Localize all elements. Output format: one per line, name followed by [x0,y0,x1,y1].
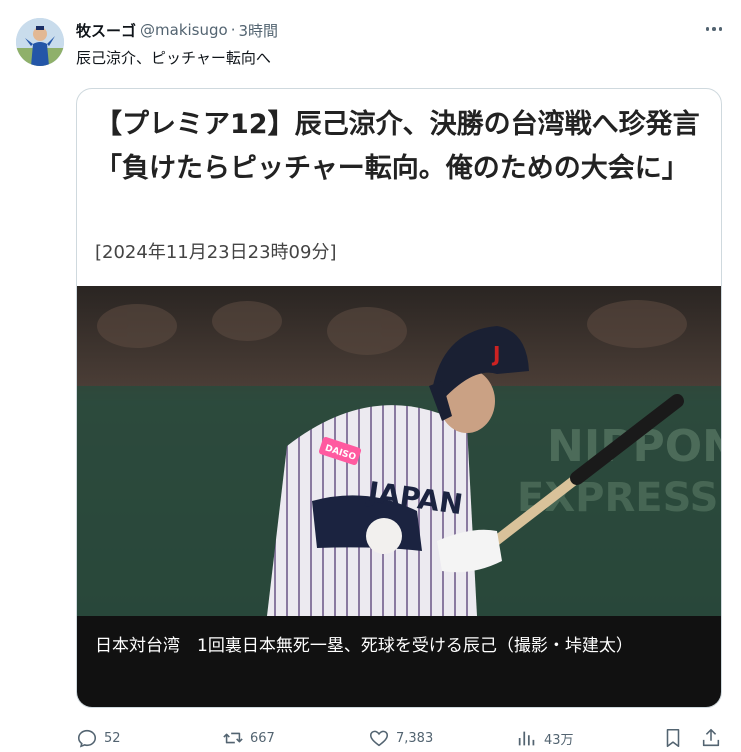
bookmark-icon [666,728,680,748]
views-button[interactable]: 43万 [516,724,574,752]
card-headline: 【プレミア12】辰己涼介、決勝の台湾戦へ珍発言「負けたらピッチャー転向。俺のため… [95,109,700,184]
reply-button[interactable]: 52 [76,724,121,752]
share-icon [702,728,720,747]
reply-icon [77,729,97,748]
caption-box: 日本対台湾 1回裏日本無死一塁、死球を受ける辰己（撮影・垰建太） [77,616,721,707]
heart-icon [369,730,389,747]
repost-count: 667 [250,730,275,746]
repost-icon [223,732,243,744]
view-count: 43万 [544,732,574,748]
article-photo: NIPPON EXPRESS J JAPAN DAISO [77,286,721,616]
card-date: [2024年11月23日23時09分] [95,242,337,263]
avatar[interactable] [16,18,64,66]
views-icon [518,731,535,746]
user-handle[interactable]: @makisugo [140,21,228,39]
like-button[interactable]: 7,383 [368,724,433,752]
separator-dot: · [230,21,236,39]
repost-button[interactable]: 667 [222,724,275,752]
tweet-header: 牧スーゴ @makisugo · 3時間 [76,18,725,42]
like-count: 7,383 [396,730,434,746]
reply-count: 52 [104,730,121,746]
display-name[interactable]: 牧スーゴ [76,20,136,41]
link-card[interactable]: 【プレミア12】辰己涼介、決勝の台湾戦へ珍発言「負けたらピッチャー転向。俺のため… [76,88,722,708]
action-bar: 52 667 7,383 43万 [76,724,726,752]
avatar-image [16,18,64,66]
bookmark-button[interactable] [662,724,684,752]
share-button[interactable] [700,724,722,752]
photo-caption: 日本対台湾 1回裏日本無死一塁、死球を受ける辰己（撮影・垰建太） [95,636,633,656]
more-icon[interactable] [701,16,727,42]
helmet-logo: J [491,342,500,366]
timestamp[interactable]: 3時間 [238,20,278,41]
tweet-text: 辰己涼介、ピッチャー転向へ [76,49,271,67]
